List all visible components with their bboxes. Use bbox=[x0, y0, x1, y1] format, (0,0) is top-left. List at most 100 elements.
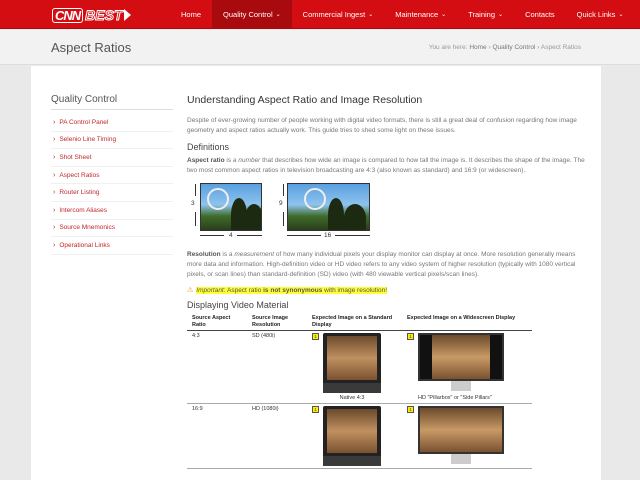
image-4-3 bbox=[200, 183, 262, 231]
standard-tv-image bbox=[323, 333, 381, 393]
logo-best: BEST bbox=[85, 7, 123, 24]
cell-widescreen: 1 HD "Pillarbox" or "Side Pillars" bbox=[402, 330, 532, 404]
dim-label-9: 9 bbox=[279, 200, 283, 207]
nav-commercial-ingest[interactable]: Commercial Ingest ⌄ bbox=[292, 0, 385, 29]
display-table: Source Aspect Ratio Source Image Resolut… bbox=[187, 314, 532, 469]
content-container: Quality Control › PA Control Panel › Selen… bbox=[31, 66, 601, 480]
breadcrumb-home[interactable]: Home bbox=[469, 44, 486, 51]
nav-label: Training bbox=[468, 10, 496, 19]
sidebar-item-label: PA Control Panel bbox=[59, 118, 109, 126]
dim-line bbox=[283, 212, 284, 226]
resolution-paragraph: Resolution is a measurement of how many … bbox=[187, 250, 587, 280]
nav-maintenance[interactable]: Maintenance ⌄ bbox=[384, 0, 457, 29]
sidebar-item-operational-links[interactable]: › Operational Links bbox=[51, 237, 173, 255]
sidebar-item-aspect-ratios[interactable]: › Aspect Ratios bbox=[51, 167, 173, 185]
ferris-wheel bbox=[207, 188, 229, 210]
ferris-wheel bbox=[304, 188, 326, 210]
chevron-right-icon: › bbox=[53, 171, 56, 179]
logo-cnn: CNN bbox=[52, 7, 84, 23]
nav-label: Contacts bbox=[525, 10, 555, 19]
aspect-ratio-diagram: 3 4 9 16 bbox=[187, 182, 587, 244]
chevron-right-icon: › bbox=[53, 136, 56, 144]
sidebar-item-pa-control-panel[interactable]: › PA Control Panel bbox=[51, 114, 173, 132]
sidebar-item-selenio-line-timing[interactable]: › Selenio Line Timing bbox=[51, 132, 173, 150]
breadcrumb-section[interactable]: Quality Control bbox=[492, 44, 535, 51]
sidebar-item-source-mnemonics[interactable]: › Source Mnemonics bbox=[51, 220, 173, 238]
resolution-term: Resolution bbox=[187, 251, 221, 258]
chevron-right-icon: › bbox=[53, 241, 56, 249]
cell-standard: 1 Native 4:3 bbox=[307, 330, 402, 404]
nav-quality-control[interactable]: Quality Control ⌄ bbox=[212, 0, 292, 29]
palm-tree bbox=[245, 204, 261, 230]
chevron-right-icon: › bbox=[53, 206, 56, 214]
nav-home[interactable]: Home bbox=[170, 0, 212, 29]
nav-label: Commercial Ingest bbox=[302, 10, 366, 19]
palm-tree bbox=[344, 204, 366, 230]
sidebar-item-router-listing[interactable]: › Router Listing bbox=[51, 184, 173, 202]
article: Understanding Aspect Ratio and Image Res… bbox=[187, 94, 587, 469]
cell-ratio: 16:9 bbox=[187, 403, 247, 469]
cell-resolution: SD (480i) bbox=[247, 330, 307, 404]
warning-icon: ⚠ bbox=[187, 287, 194, 294]
important-label: Important: bbox=[196, 286, 226, 294]
dim-line bbox=[195, 212, 196, 226]
dim-line bbox=[287, 235, 321, 236]
article-title: Understanding Aspect Ratio and Image Res… bbox=[187, 94, 423, 106]
main-nav: Home Quality Control ⌄ Commercial Ingest ⌄… bbox=[170, 0, 634, 29]
dim-label-3: 3 bbox=[191, 200, 195, 207]
nav-label: Quick Links bbox=[576, 10, 616, 19]
cell-caption: HD "Pillarbox" or "Side Pillars" bbox=[418, 395, 492, 401]
tv-screen bbox=[418, 333, 504, 381]
cell-widescreen: 1 bbox=[402, 403, 532, 469]
nav-label: Home bbox=[181, 10, 202, 19]
nav-training[interactable]: Training ⌄ bbox=[457, 0, 514, 29]
cell-resolution: HD (1080i) bbox=[247, 403, 307, 469]
text: is a bbox=[220, 251, 235, 258]
text-bold: is not synonymous bbox=[263, 286, 323, 294]
chevron-down-icon: ⌄ bbox=[368, 12, 374, 18]
cell-caption: Native 4:3 bbox=[339, 395, 365, 401]
dim-line bbox=[237, 235, 262, 236]
display-heading: Displaying Video Material bbox=[187, 300, 289, 310]
widescreen-tv-image bbox=[418, 406, 504, 466]
table-row: 4:3 SD (480i) 1 Native 4:3 1 HD "Pillarb… bbox=[187, 330, 532, 404]
aspect-term: Aspect ratio bbox=[187, 157, 225, 164]
nav-contacts[interactable]: Contacts bbox=[514, 0, 566, 29]
text: Aspect ratio bbox=[225, 286, 264, 294]
table-header: Source Image Resolution bbox=[247, 314, 307, 331]
important-highlight: Important: Aspect ratio is not synonymou… bbox=[196, 286, 388, 294]
table-header: Expected Image on a Widescreen Display bbox=[402, 314, 532, 331]
sidebar-item-shot-sheet[interactable]: › Shot Sheet bbox=[51, 149, 173, 167]
tv-screen bbox=[327, 409, 377, 453]
standard-tv-image bbox=[323, 406, 381, 466]
nav-label: Maintenance bbox=[395, 10, 439, 19]
logo-arrow-icon bbox=[123, 9, 131, 21]
sidebar-item-intercom-aliases[interactable]: › Intercom Aliases bbox=[51, 202, 173, 220]
chevron-down-icon: ⌄ bbox=[498, 12, 504, 18]
chevron-down-icon: ⌄ bbox=[618, 12, 624, 18]
text: is bbox=[224, 157, 233, 164]
footnote-badge: 1 bbox=[407, 333, 414, 340]
sidebar-item-label: Source Mnemonics bbox=[59, 224, 115, 232]
dim-line bbox=[283, 184, 284, 196]
sidebar: Quality Control › PA Control Panel › Selen… bbox=[51, 94, 173, 255]
text-em: a number bbox=[232, 157, 261, 164]
table-header: Expected Image on a Standard Display bbox=[307, 314, 402, 331]
dim-line bbox=[335, 235, 370, 236]
tv-stand bbox=[451, 454, 471, 464]
nav-quick-links[interactable]: Quick Links ⌄ bbox=[566, 0, 635, 29]
breadcrumb-prefix: You are here: bbox=[428, 44, 468, 51]
sidebar-item-label: Selenio Line Timing bbox=[59, 136, 117, 144]
dim-label-4: 4 bbox=[229, 232, 233, 239]
cell-ratio: 4:3 bbox=[187, 330, 247, 404]
breadcrumb-current: Aspect Ratios bbox=[540, 44, 581, 51]
sidebar-item-label: Shot Sheet bbox=[59, 153, 92, 161]
cnn-best-logo[interactable]: CNN BEST bbox=[52, 7, 131, 24]
dim-label-16: 16 bbox=[324, 232, 332, 239]
cell-standard: 1 bbox=[307, 403, 402, 469]
sidebar-title: Quality Control bbox=[51, 94, 173, 110]
sidebar-item-label: Operational Links bbox=[59, 241, 110, 249]
table-header-row: Source Aspect Ratio Source Image Resolut… bbox=[187, 314, 532, 331]
chevron-down-icon: ⌄ bbox=[441, 12, 447, 18]
tv-screen bbox=[418, 406, 504, 454]
